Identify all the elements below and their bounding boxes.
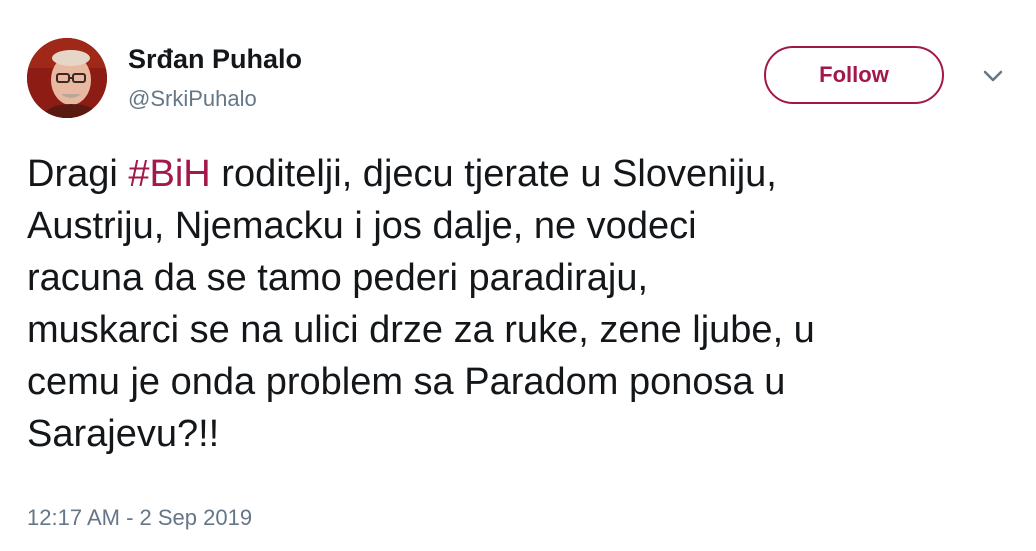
tweet-text-line: Sarajevu?!! [27,413,220,455]
tweet-text: Dragi #BiH roditelji, djecu tjerate u Sl… [27,148,1017,460]
tweet-timestamp[interactable]: 12:17 AM - 2 Sep 2019 [27,505,252,531]
avatar[interactable] [27,38,107,118]
hashtag-link[interactable]: #BiH [128,153,210,195]
tweet-card: Srđan Puhalo @SrkiPuhalo Follow Dragi #B… [0,0,1036,551]
tweet-text-segment: roditelji, djecu tjerate u Sloveniju, [210,153,777,195]
tweet-text-line: Dragi #BiH roditelji, djecu tjerate u Sl… [27,148,1017,200]
display-name[interactable]: Srđan Puhalo [128,44,302,75]
avatar-image [27,38,107,118]
user-handle[interactable]: @SrkiPuhalo [128,86,257,112]
tweet-text-line: Austriju, Njemacku i jos dalje, ne vodec… [27,205,697,247]
tweet-text-line: cemu je onda problem sa Paradom ponosa u [27,361,786,403]
tweet-text-line: racuna da se tamo pederi paradiraju, [27,257,649,299]
tweet-text-segment: Dragi [27,153,129,195]
tweet-text-line: muskarci se na ulici drze za ruke, zene … [27,309,815,351]
chevron-down-icon[interactable] [980,66,1006,86]
follow-button[interactable]: Follow [764,46,944,104]
